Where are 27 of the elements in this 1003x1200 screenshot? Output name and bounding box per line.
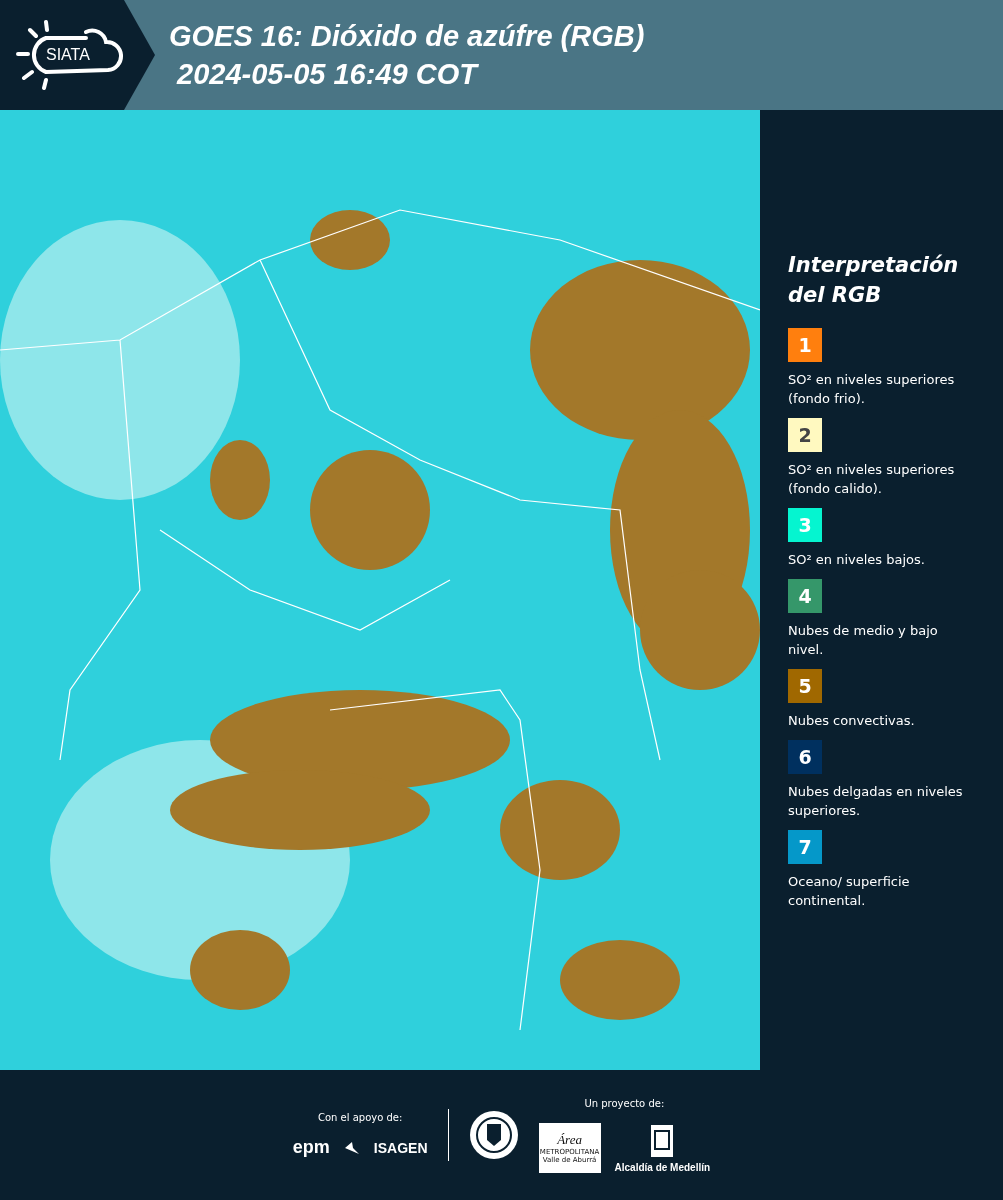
alcaldia-logo: Alcaldía de Medellín (614, 1161, 711, 1173)
legend-title: Interpretación del RGB (788, 252, 960, 309)
legend-text: SO² en niveles superiores (fondo calido). (788, 461, 956, 498)
legend-text: SO² en niveles bajos. (788, 551, 926, 569)
support-label: Con el apoyo de: (318, 1112, 403, 1123)
project-label: Un proyecto de: (584, 1097, 665, 1109)
legend-swatch: 6 (788, 740, 822, 774)
product-title: GOES 16: Dióxido de azúfre (RGB) (169, 19, 645, 54)
triangle-logo-icon (343, 1139, 360, 1156)
legend-text: Oceano/ superficie continental. (788, 873, 911, 910)
logo-text: SIATA (46, 46, 90, 64)
legend-swatch: 7 (788, 830, 822, 864)
legend-swatch: 4 (788, 579, 822, 613)
sun-cloud-icon (16, 20, 126, 90)
timestamp: 2024-05-05 16:49 COT (175, 57, 480, 92)
isagen-logo: ISAGEN (373, 1139, 428, 1156)
epm-logo: epm (292, 1137, 330, 1158)
legend-swatch: 3 (788, 508, 822, 542)
legend-swatch: 1 (788, 328, 822, 362)
legend-text: Nubes de medio y bajo nivel. (788, 622, 939, 659)
seal-logo-icon (468, 1110, 519, 1160)
legend-swatch: 5 (788, 669, 822, 703)
legend-text: SO² en niveles superiores (fondo frio). (788, 371, 956, 408)
legend-text: Nubes convectivas. (788, 712, 916, 730)
coat-of-arms-icon (649, 1122, 676, 1159)
legend-swatch: 2 (788, 418, 822, 452)
legend-text: Nubes delgadas en niveles superiores. (788, 783, 963, 820)
